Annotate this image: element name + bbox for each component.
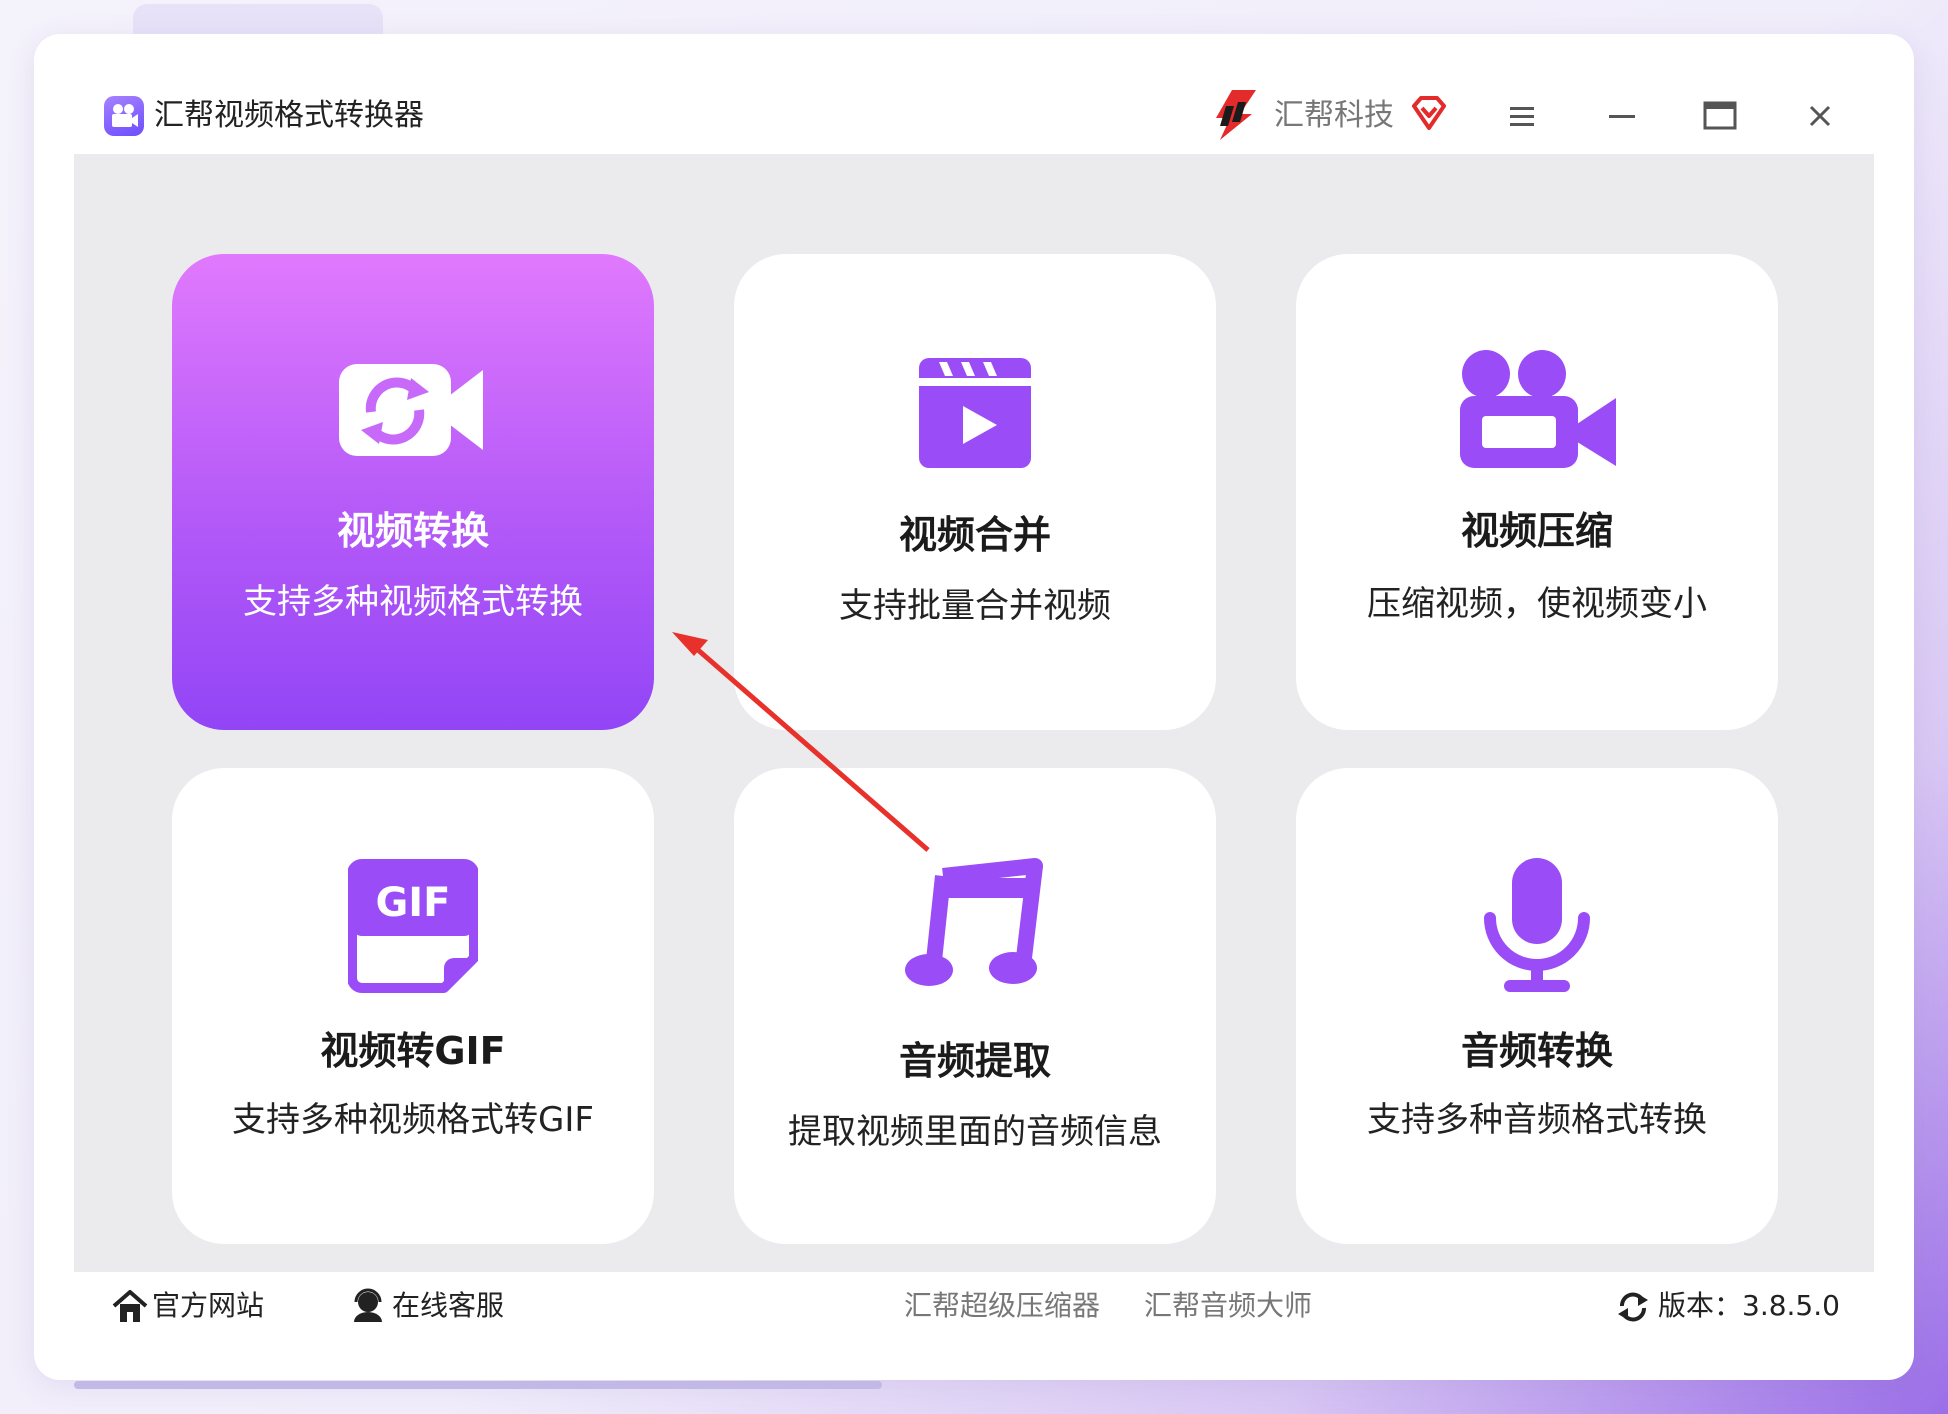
feature-grid: 视频转换 支持多种视频格式转换 视频合并 支持批量合并视频 视频压缩 压缩视频，… (74, 154, 1874, 1272)
gif-file-icon: GIF (172, 858, 654, 993)
app-title: 汇帮视频格式转换器 (154, 98, 424, 133)
card-description: 压缩视频，使视频变小 (1367, 584, 1707, 624)
card-title: 视频转换 (336, 509, 489, 553)
video-convert-icon (172, 354, 654, 484)
card-title: 视频转GIF (320, 1029, 506, 1073)
svg-text:GIF: GIF (375, 880, 450, 926)
super-compressor-link[interactable]: 汇帮超级压缩器 (904, 1286, 1100, 1326)
card-description: 支持多种视频格式转换 (243, 582, 583, 622)
brand-logo-icon (1210, 88, 1260, 142)
app-logo-icon (104, 96, 144, 136)
brand-name: 汇帮科技 (1274, 98, 1394, 133)
background-bar-decoration (74, 1381, 882, 1389)
feature-card-video-compress[interactable]: 视频压缩 压缩视频，使视频变小 (1296, 254, 1778, 730)
app-window: 汇帮视频格式转换器 汇帮科技 视频转换 支持多种视频格式转换 视频合并 支持批量… (34, 34, 1914, 1380)
menu-icon (1510, 107, 1534, 126)
card-description: 支持多种音频格式转换 (1367, 1100, 1707, 1140)
feature-card-audio-convert[interactable]: 音频转换 支持多种音频格式转换 (1296, 768, 1778, 1244)
home-icon (112, 1288, 148, 1324)
feature-card-video-merge[interactable]: 视频合并 支持批量合并视频 (734, 254, 1216, 730)
feature-card-audio-extract[interactable]: 音频提取 提取视频里面的音频信息 (734, 768, 1216, 1244)
microphone-icon (1296, 854, 1778, 992)
feature-card-video-convert[interactable]: 视频转换 支持多种视频格式转换 (172, 254, 654, 730)
title-bar: 汇帮视频格式转换器 汇帮科技 (34, 34, 1914, 154)
customer-service-icon (350, 1288, 386, 1324)
maximize-button[interactable] (1698, 94, 1742, 138)
maximize-icon (1703, 101, 1737, 130)
close-button[interactable] (1798, 94, 1842, 138)
footer-bar: 官方网站 在线客服 汇帮超级压缩器 汇帮音频大师 版本：3.8.5.0 (74, 1272, 1874, 1340)
online-support-link[interactable]: 在线客服 (392, 1286, 504, 1326)
vip-diamond-icon[interactable] (1410, 94, 1448, 132)
close-icon (1809, 105, 1831, 127)
minimize-icon (1609, 115, 1635, 118)
official-website-link[interactable]: 官方网站 (152, 1286, 264, 1326)
version-label: 版本：3.8.5.0 (1658, 1289, 1840, 1322)
clapperboard-play-icon (734, 354, 1216, 484)
card-title: 音频转换 (1460, 1029, 1613, 1073)
card-description: 支持多种视频格式转GIF (232, 1100, 594, 1140)
card-title: 视频合并 (898, 513, 1051, 557)
music-note-icon (734, 858, 1216, 988)
card-description: 提取视频里面的音频信息 (788, 1112, 1162, 1152)
refresh-icon[interactable] (1616, 1290, 1652, 1326)
card-description: 支持批量合并视频 (839, 586, 1111, 626)
audio-master-link[interactable]: 汇帮音频大师 (1144, 1286, 1312, 1326)
minimize-button[interactable] (1600, 94, 1644, 138)
feature-card-video-to-gif[interactable]: GIF 视频转GIF 支持多种视频格式转GIF (172, 768, 654, 1244)
menu-button[interactable] (1500, 94, 1544, 138)
card-title: 视频压缩 (1460, 509, 1613, 553)
card-title: 音频提取 (898, 1039, 1051, 1083)
video-camera-icon (1296, 348, 1778, 478)
